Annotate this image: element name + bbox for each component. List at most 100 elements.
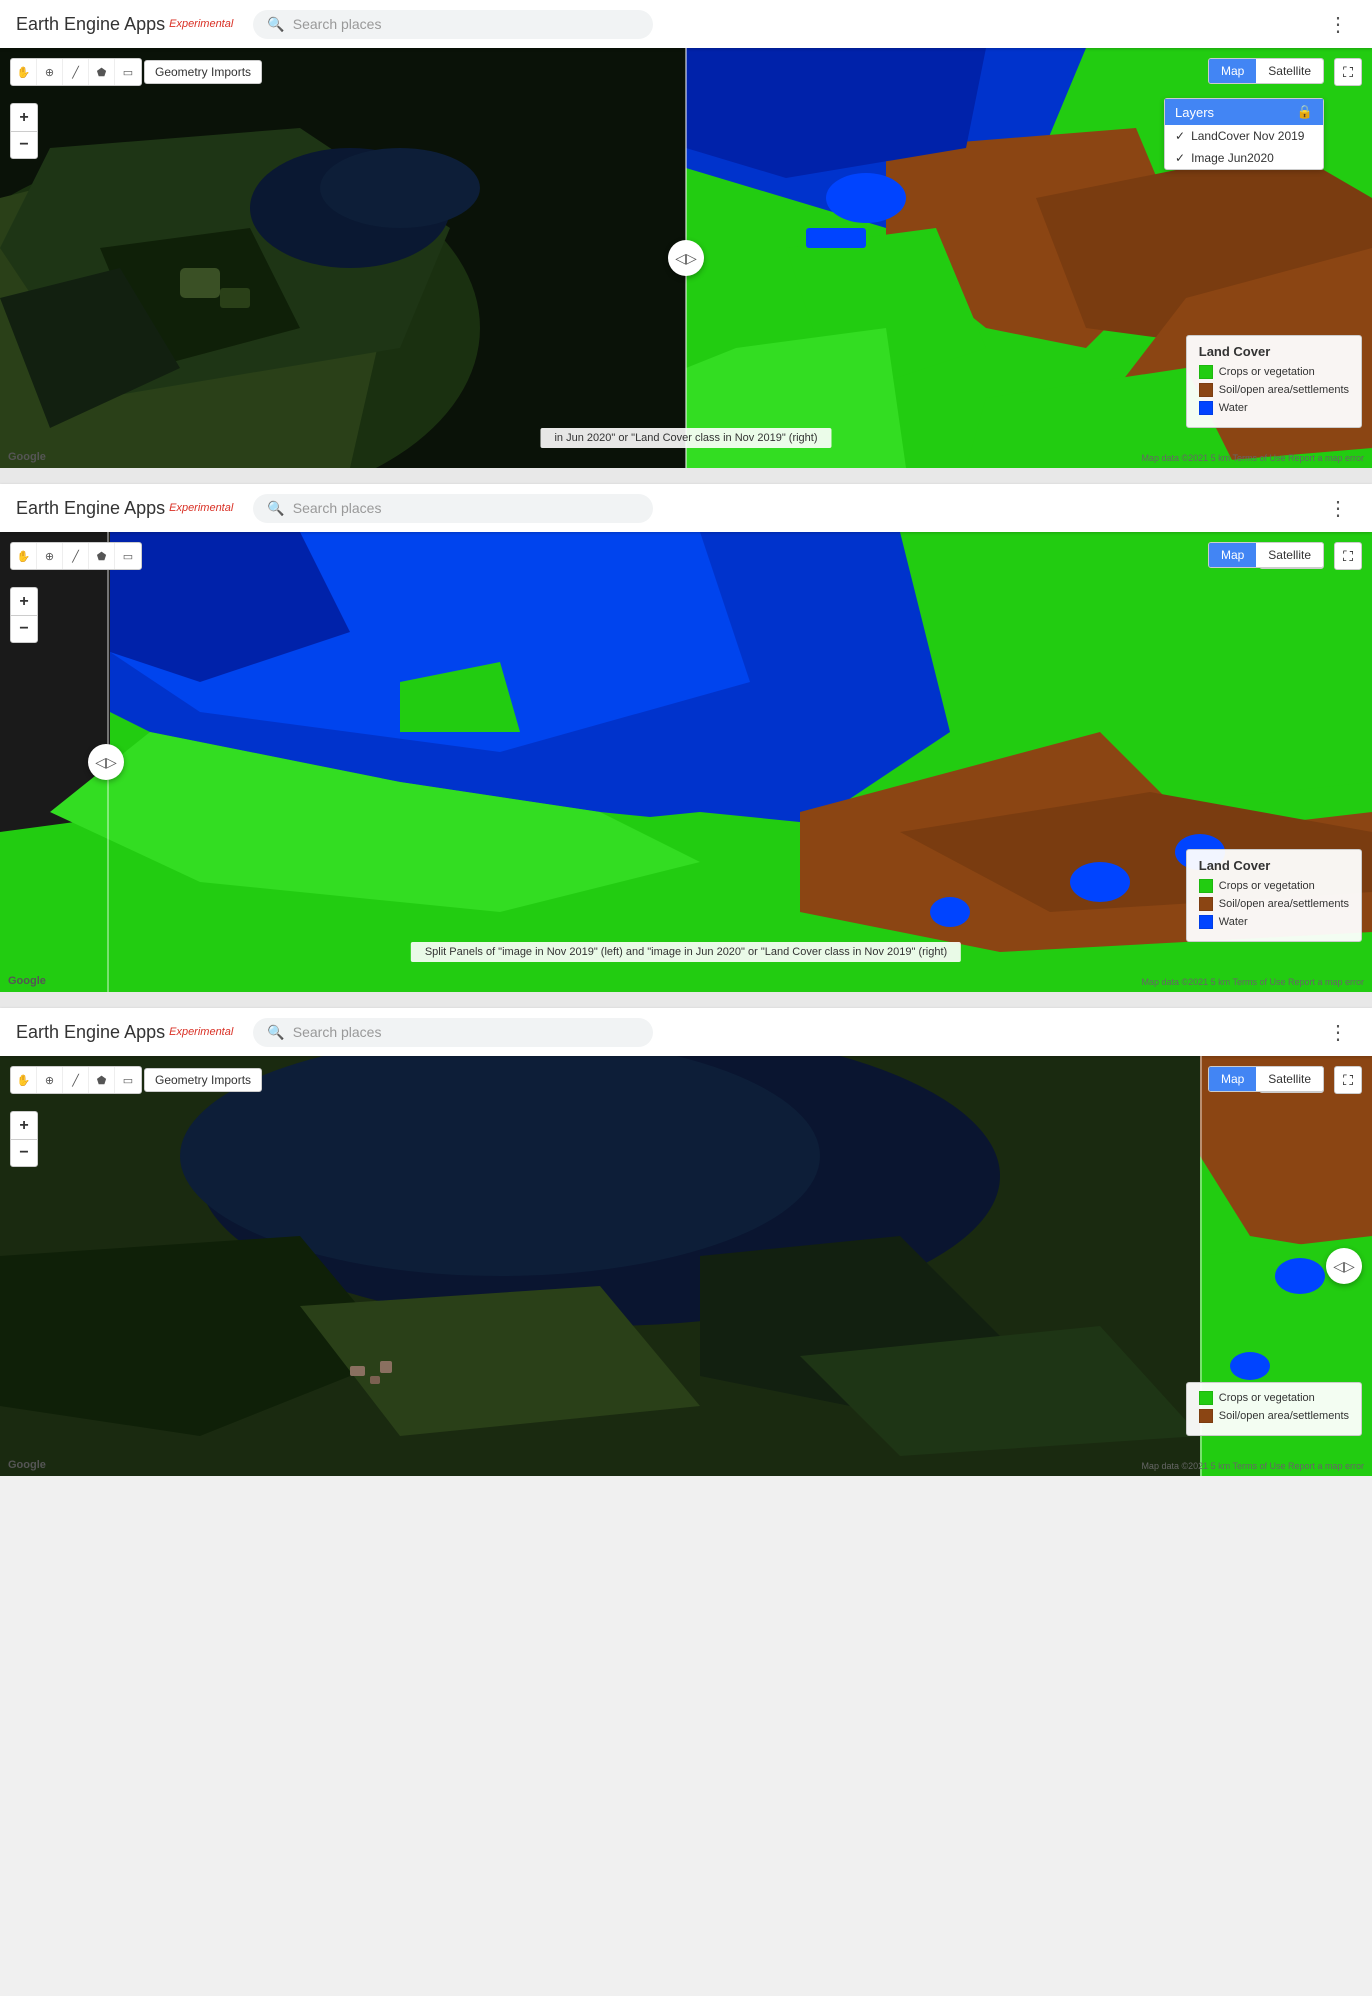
layers-item-landcover-1[interactable]: ✓ LandCover Nov 2019: [1165, 125, 1323, 147]
map-type-controls-1: Map Satellite: [1208, 58, 1324, 84]
zoom-out-btn-1[interactable]: −: [10, 131, 38, 159]
tool-group-1: ✋ ⊕ ╱ ⬟ ▭: [10, 58, 142, 86]
zoom-controls-1: + −: [10, 103, 38, 159]
map-panel-1: ◁▷ ✋ ⊕ ╱ ⬟ ▭ Geometry Imports + − Layers…: [0, 48, 1372, 468]
google-label-2: Google: [8, 975, 46, 987]
app-title-2: Earth Engine Apps: [16, 498, 165, 519]
app-badge-2: Experimental: [169, 502, 233, 514]
map-toolbar-2: ✋ ⊕ ╱ ⬟ ▭: [10, 542, 142, 570]
legend-title-1: Land Cover: [1199, 344, 1349, 359]
legend-color-veg-2: [1199, 879, 1213, 893]
map-type-controls-2: Map Satellite: [1208, 542, 1324, 568]
map-type-map-2[interactable]: Map: [1209, 543, 1256, 567]
section-sep-1-2: [0, 468, 1372, 484]
search-placeholder-1: Search places: [293, 16, 382, 32]
legend-color-water-1: [1199, 401, 1213, 415]
rect-tool-3[interactable]: ▭: [115, 1067, 141, 1093]
layers-label-1: Layers: [1175, 105, 1214, 120]
satellite-bg-3: [0, 1056, 1372, 1476]
zoom-in-btn-2[interactable]: +: [10, 587, 38, 615]
google-label-1: Google: [8, 451, 46, 463]
panel-instance-3: Earth Engine Apps Experimental 🔍 Search …: [0, 1008, 1372, 1476]
check-icon-image-1: ✓: [1175, 151, 1185, 165]
more-options-btn-3[interactable]: ⋮: [1320, 1016, 1356, 1049]
hand-tool-3[interactable]: ✋: [11, 1067, 37, 1093]
check-icon-landcover-1: ✓: [1175, 129, 1185, 143]
more-options-btn-2[interactable]: ⋮: [1320, 492, 1356, 525]
legend-item-soil-2: Soil/open area/settlements: [1199, 897, 1349, 911]
layers-lock-icon-1: 🔒: [1297, 104, 1313, 120]
fullscreen-btn-2[interactable]: ⛶: [1334, 542, 1362, 570]
legend-color-soil-2: [1199, 897, 1213, 911]
legend-color-water-2: [1199, 915, 1213, 929]
search-icon-1: 🔍: [267, 16, 284, 33]
layers-panel-header-1: Layers 🔒: [1165, 99, 1323, 125]
geometry-imports-btn-3[interactable]: Geometry Imports: [144, 1068, 262, 1092]
caption-bar-2: Split Panels of "image in Nov 2019" (lef…: [411, 942, 961, 962]
map-panel-2: ✋ ⊕ ╱ ⬟ ▭ + − ◁▷ Layers Map Satellite ⛶: [0, 532, 1372, 992]
google-label-3: Google: [8, 1459, 46, 1471]
point-tool-3[interactable]: ⊕: [37, 1067, 63, 1093]
split-handle-3[interactable]: ◁▷: [1326, 1248, 1362, 1284]
polygon-tool-1[interactable]: ⬟: [89, 59, 115, 85]
zoom-controls-2: + −: [10, 587, 38, 643]
app-header-1: Earth Engine Apps Experimental 🔍 Search …: [0, 0, 1372, 48]
split-handle-1[interactable]: ◁▷: [668, 240, 704, 276]
more-options-btn-1[interactable]: ⋮: [1320, 8, 1356, 41]
search-icon-2: 🔍: [267, 500, 284, 517]
split-handle-2[interactable]: ◁▷: [88, 744, 124, 780]
map-panel-3: ◁▷ ✋ ⊕ ╱ ⬟ ▭ Geometry Imports + − Layers…: [0, 1056, 1372, 1476]
app-header-2: Earth Engine Apps Experimental 🔍 Search …: [0, 484, 1372, 532]
zoom-out-btn-2[interactable]: −: [10, 615, 38, 643]
app-badge-3: Experimental: [169, 1026, 233, 1038]
polygon-tool-3[interactable]: ⬟: [89, 1067, 115, 1093]
map-type-satellite-1[interactable]: Satellite: [1256, 59, 1323, 83]
legend-color-soil-1: [1199, 383, 1213, 397]
legend-item-veg-3: Crops or vegetation: [1199, 1391, 1349, 1405]
legend-color-veg-3: [1199, 1391, 1213, 1405]
map-type-map-3[interactable]: Map: [1209, 1067, 1256, 1091]
map-left-1: [0, 48, 686, 468]
point-tool-1[interactable]: ⊕: [37, 59, 63, 85]
zoom-in-btn-1[interactable]: +: [10, 103, 38, 131]
zoom-out-btn-3[interactable]: −: [10, 1139, 38, 1167]
point-tool-2[interactable]: ⊕: [37, 543, 63, 569]
search-box-3[interactable]: 🔍 Search places: [253, 1018, 653, 1047]
legend-item-water-2: Water: [1199, 915, 1349, 929]
line-tool-1[interactable]: ╱: [63, 59, 89, 85]
legend-color-veg-1: [1199, 365, 1213, 379]
app-title-1: Earth Engine Apps: [16, 14, 165, 35]
search-placeholder-2: Search places: [293, 500, 382, 516]
map-type-satellite-2[interactable]: Satellite: [1256, 543, 1323, 567]
tool-group-2: ✋ ⊕ ╱ ⬟ ▭: [10, 542, 142, 570]
layers-item-image-1[interactable]: ✓ Image Jun2020: [1165, 147, 1323, 169]
zoom-in-btn-3[interactable]: +: [10, 1111, 38, 1139]
map-type-controls-3: Map Satellite: [1208, 1066, 1324, 1092]
geometry-imports-btn-1[interactable]: Geometry Imports: [144, 60, 262, 84]
app-badge-1: Experimental: [169, 18, 233, 30]
legend-2: Land Cover Crops or vegetation Soil/open…: [1186, 849, 1362, 942]
search-box-1[interactable]: 🔍 Search places: [253, 10, 653, 39]
hand-tool-2[interactable]: ✋: [11, 543, 37, 569]
satellite-bg-1: [0, 48, 686, 468]
map-type-map-1[interactable]: Map: [1209, 59, 1256, 83]
hand-tool-1[interactable]: ✋: [11, 59, 37, 85]
search-box-2[interactable]: 🔍 Search places: [253, 494, 653, 523]
fullscreen-btn-3[interactable]: ⛶: [1334, 1066, 1362, 1094]
line-tool-3[interactable]: ╱: [63, 1067, 89, 1093]
section-sep-2-3: [0, 992, 1372, 1008]
map-type-satellite-3[interactable]: Satellite: [1256, 1067, 1323, 1091]
panel-instance-2: Earth Engine Apps Experimental 🔍 Search …: [0, 484, 1372, 992]
search-placeholder-3: Search places: [293, 1024, 382, 1040]
line-tool-2[interactable]: ╱: [63, 543, 89, 569]
legend-3: Crops or vegetation Soil/open area/settl…: [1186, 1382, 1362, 1436]
polygon-tool-2[interactable]: ⬟: [89, 543, 115, 569]
rect-tool-2[interactable]: ▭: [115, 543, 141, 569]
fullscreen-btn-1[interactable]: ⛶: [1334, 58, 1362, 86]
legend-item-veg-2: Crops or vegetation: [1199, 879, 1349, 893]
rect-tool-1[interactable]: ▭: [115, 59, 141, 85]
legend-color-soil-3: [1199, 1409, 1213, 1423]
app-header-3: Earth Engine Apps Experimental 🔍 Search …: [0, 1008, 1372, 1056]
legend-item-veg-1: Crops or vegetation: [1199, 365, 1349, 379]
zoom-controls-3: + −: [10, 1111, 38, 1167]
